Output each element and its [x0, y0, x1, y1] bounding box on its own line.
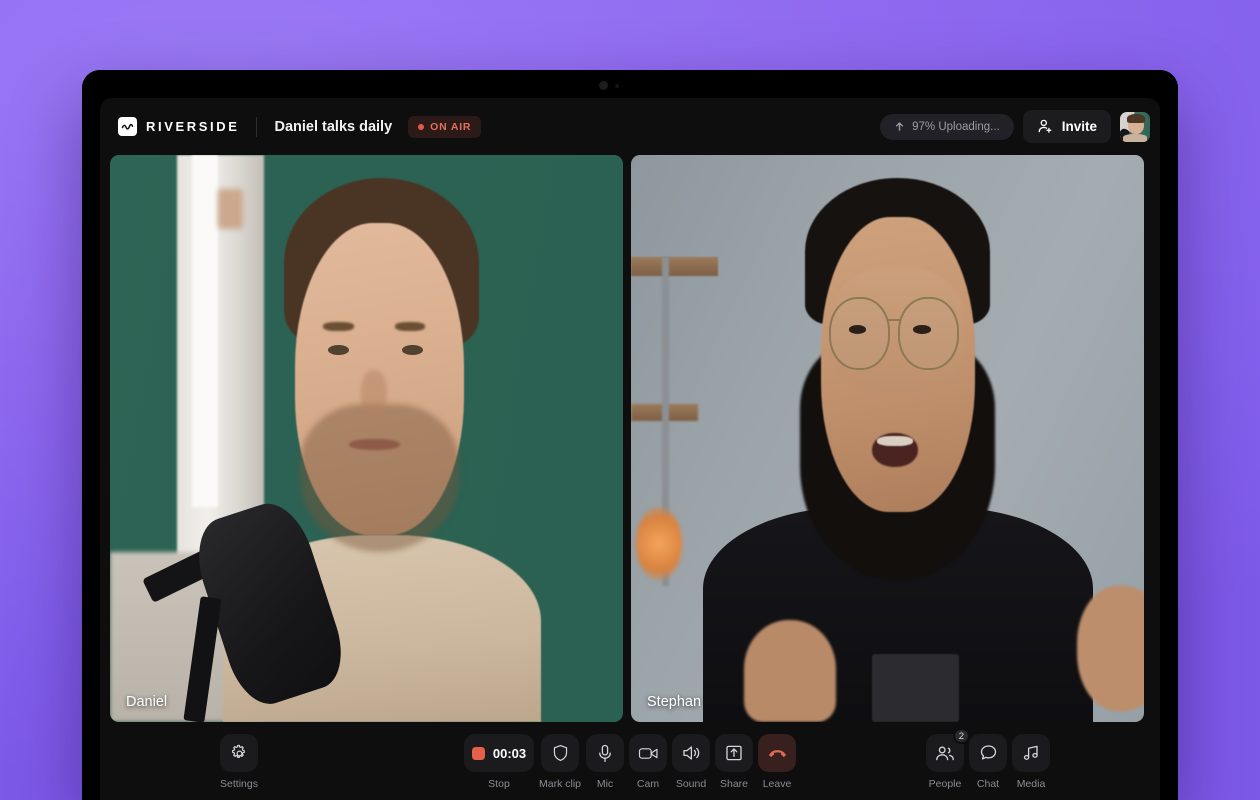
glasses-lens-left: [829, 297, 891, 371]
header-left-group: RIVERSIDE Daniel talks daily ON AIR: [118, 116, 481, 138]
sound-label: Sound: [676, 778, 706, 790]
participant-nose: [361, 370, 387, 415]
handheld-device-decor: [872, 654, 959, 722]
header-right-group: 97% Uploading... Invite: [880, 110, 1150, 143]
live-dot-icon: [418, 124, 424, 130]
leave-button[interactable]: Leave: [758, 734, 796, 790]
glasses-lens-right: [898, 297, 960, 371]
window-light-decor: [192, 155, 218, 507]
chat-bubble-icon: [979, 744, 998, 762]
people-count-badge: 2: [953, 728, 970, 744]
participant-eye-right: [913, 325, 930, 334]
settings-button[interactable]: Settings: [220, 734, 258, 790]
microphone-icon: [597, 744, 613, 763]
toolbar-left-group: Settings: [220, 734, 258, 790]
avatar-hair-shape: [1127, 114, 1144, 122]
bottom-toolbar: Settings 00:03 Stop: [100, 722, 1160, 800]
wall-spot-decor: [218, 189, 244, 229]
participant-eye-left: [849, 325, 866, 334]
glasses-bridge: [888, 319, 901, 321]
participant-mouth: [349, 439, 400, 450]
chat-label: Chat: [977, 778, 999, 790]
mark-clip-label: Mark clip: [539, 778, 581, 790]
laptop-bezel: [82, 70, 1178, 98]
gear-icon: [230, 744, 249, 763]
cam-button[interactable]: Cam: [629, 734, 667, 790]
participant-eye-left: [328, 345, 349, 355]
laptop-frame: RIVERSIDE Daniel talks daily ON AIR 97% …: [82, 70, 1178, 800]
video-tile-stephan[interactable]: Stephan: [631, 155, 1144, 722]
stop-label: Stop: [488, 778, 510, 790]
participant-name-label: Stephan: [647, 694, 701, 710]
upload-status-label: 97% Uploading...: [912, 121, 1000, 133]
avatar[interactable]: [1120, 112, 1150, 142]
participant-hand-left: [744, 620, 836, 722]
webcam-icon: [599, 81, 608, 90]
shield-icon: [551, 744, 568, 762]
people-label: People: [929, 778, 962, 790]
mic-button[interactable]: Mic: [586, 734, 624, 790]
brand-name: RIVERSIDE: [146, 119, 239, 134]
app-header: RIVERSIDE Daniel talks daily ON AIR 97% …: [100, 98, 1160, 155]
people-icon: [935, 745, 955, 762]
mic-label: Mic: [597, 778, 613, 790]
video-tile-daniel[interactable]: Daniel: [110, 155, 623, 722]
speaker-icon: [681, 744, 701, 762]
recording-timer: 00:03: [493, 746, 526, 761]
music-note-icon: [1022, 744, 1041, 762]
phone-hangup-icon: [767, 746, 788, 760]
share-button[interactable]: Share: [715, 734, 753, 790]
status-badge: ON AIR: [408, 116, 481, 138]
status-badge-label: ON AIR: [430, 121, 471, 133]
participant-teeth: [877, 436, 913, 446]
media-button[interactable]: Media: [1012, 734, 1050, 790]
mark-clip-button[interactable]: Mark clip: [539, 734, 581, 790]
invite-button[interactable]: Invite: [1023, 110, 1111, 143]
waveform-icon: [118, 117, 137, 136]
settings-label: Settings: [220, 778, 258, 790]
invite-button-label: Invite: [1062, 119, 1097, 134]
riverside-app-window: RIVERSIDE Daniel talks daily ON AIR 97% …: [100, 98, 1160, 800]
participant-eye-right: [402, 345, 423, 355]
media-label: Media: [1017, 778, 1046, 790]
sound-button[interactable]: Sound: [672, 734, 710, 790]
participant-name-label: Daniel: [126, 694, 167, 710]
leave-label: Leave: [763, 778, 792, 790]
participant-eyebrow-right: [395, 322, 426, 331]
toolbar-right-group: 2 People Chat: [926, 734, 1050, 790]
session-title: Daniel talks daily: [274, 119, 392, 135]
video-stage: Daniel: [100, 155, 1160, 722]
people-button[interactable]: 2 People: [926, 734, 964, 790]
participant-eyebrow-left: [323, 322, 354, 331]
stop-recording-button[interactable]: 00:03 Stop: [464, 734, 534, 790]
lamp-glow-decor: [636, 507, 682, 581]
share-screen-icon: [725, 744, 743, 762]
header-divider: [256, 117, 257, 137]
upload-arrow-icon: [894, 121, 905, 132]
participant-hand-right: [1077, 586, 1144, 711]
video-camera-icon: [638, 746, 659, 761]
add-person-icon: [1037, 118, 1054, 135]
toolbar-center-group: 00:03 Stop Mark clip: [464, 734, 796, 790]
sensor-dot-icon: [615, 84, 619, 88]
shelf-decor-top: [631, 257, 718, 276]
record-stop-icon: [472, 747, 485, 760]
chat-button[interactable]: Chat: [969, 734, 1007, 790]
cam-label: Cam: [637, 778, 659, 790]
participant-beard: [300, 404, 459, 551]
upload-status-pill[interactable]: 97% Uploading...: [880, 114, 1014, 140]
share-label: Share: [720, 778, 748, 790]
avatar-body-shape: [1123, 134, 1147, 142]
